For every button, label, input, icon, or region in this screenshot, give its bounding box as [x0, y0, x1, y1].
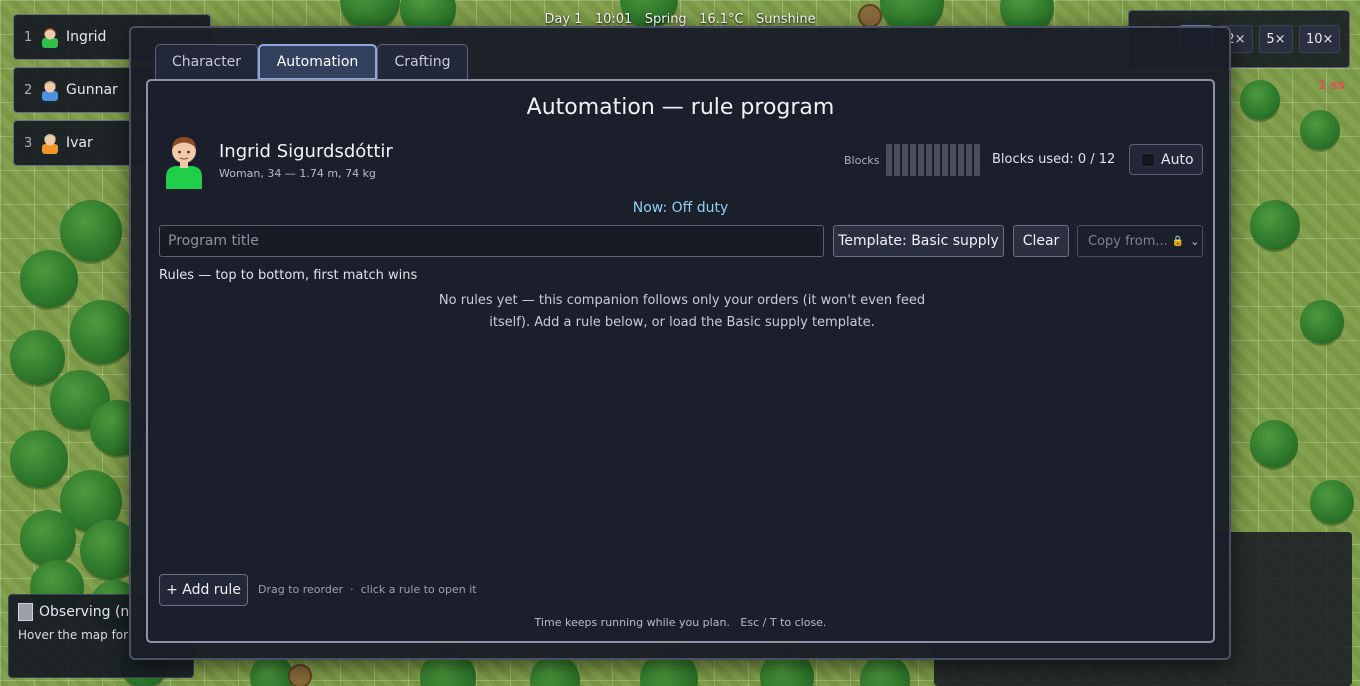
empty-rules-message: No rules yet — this companion follows on…: [438, 293, 926, 330]
current-status: Now: Off duty: [632, 200, 729, 216]
lock-icon: 🔒: [1171, 235, 1185, 247]
auto-checkbox[interactable]: [1141, 152, 1155, 167]
template-basic-supply-button[interactable]: Template: Basic supply: [833, 225, 1004, 257]
reorder-hint: Drag to reorder · click a rule to open i…: [258, 583, 477, 596]
block-cell: [942, 144, 948, 176]
tree-icon: [1310, 480, 1354, 524]
tree-icon: [1300, 110, 1340, 150]
blocks-used-count: Blocks used: 0 / 12: [992, 152, 1116, 167]
add-rule-button[interactable]: + Add rule: [159, 574, 248, 606]
auto-toggle[interactable]: Auto: [1129, 144, 1203, 175]
blocks-label: Blocks: [844, 154, 880, 167]
block-cell: [886, 144, 892, 176]
tree-icon: [1250, 200, 1300, 250]
block-cell: [902, 144, 908, 176]
panel-title: Automation — rule program: [526, 95, 835, 120]
blocks-meter: [886, 144, 980, 176]
chevron-down-icon: ⌄: [1190, 234, 1200, 248]
hud-alert-text: 1 ss: [1318, 78, 1345, 92]
companion-avatar-icon: [42, 134, 58, 154]
observe-swatch-icon: [18, 603, 33, 621]
speed-button-5x[interactable]: 5×: [1259, 25, 1293, 53]
hud-temperature: 16.1°C: [699, 12, 744, 27]
block-cell: [926, 144, 932, 176]
tree-icon: [1240, 80, 1280, 120]
roster-number: 2: [24, 82, 33, 98]
roster-number: 1: [24, 29, 33, 45]
hud-time: 10:01: [594, 12, 633, 27]
program-title-input[interactable]: [159, 225, 824, 257]
tree-icon: [10, 430, 68, 488]
tab-crafting[interactable]: Crafting: [377, 44, 468, 79]
hud-season: Spring: [644, 12, 687, 27]
tab-character[interactable]: Character: [155, 44, 258, 79]
roster-number: 3: [24, 135, 33, 151]
block-cell: [894, 144, 900, 176]
copy-from-select[interactable]: Copy from... 🔒 ⌄: [1077, 225, 1203, 257]
block-cell: [966, 144, 972, 176]
tree-icon: [70, 300, 134, 364]
block-cell: [958, 144, 964, 176]
copy-from-label: Copy from...: [1088, 233, 1168, 249]
rules-heading: Rules — top to bottom, first match wins: [159, 268, 418, 283]
companion-dialog: Character Automation Crafting Automation…: [129, 26, 1231, 660]
auto-label: Auto: [1161, 151, 1194, 168]
tab-automation[interactable]: Automation: [258, 44, 377, 80]
stump-icon: [288, 664, 312, 686]
observe-title: Observing (no: [39, 604, 138, 620]
clear-button[interactable]: Clear: [1013, 225, 1069, 257]
roster-name: Gunnar: [66, 82, 118, 98]
character-details: Woman, 34 — 1.74 m, 74 kg: [219, 167, 376, 180]
block-cell: [974, 144, 980, 176]
tree-icon: [20, 510, 76, 566]
roster-name: Ingrid: [66, 29, 107, 45]
tree-icon: [1250, 420, 1298, 468]
speed-button-10x[interactable]: 10×: [1299, 25, 1341, 53]
tree-icon: [10, 330, 65, 385]
footer-hint: Time keeps running while you plan. Esc /…: [534, 616, 827, 629]
character-portrait-icon: [166, 137, 202, 189]
companion-avatar-icon: [42, 28, 58, 48]
tree-icon: [60, 200, 122, 262]
tree-icon: [1300, 300, 1344, 344]
tree-icon: [20, 250, 78, 308]
block-cell: [918, 144, 924, 176]
companion-avatar-icon: [42, 81, 58, 101]
character-name: Ingrid Sigurdsdóttir: [219, 141, 393, 162]
hud-day: Day 1: [544, 12, 583, 27]
roster-name: Ivar: [66, 135, 93, 151]
block-cell: [950, 144, 956, 176]
automation-panel: Automation — rule program Ingrid Sigurds…: [146, 79, 1215, 643]
hud-weather: Sunshine: [756, 12, 816, 27]
hud-status-bar: Day 1 10:01 Spring 16.1°C Sunshine: [0, 12, 1360, 27]
block-cell: [934, 144, 940, 176]
block-cell: [910, 144, 916, 176]
